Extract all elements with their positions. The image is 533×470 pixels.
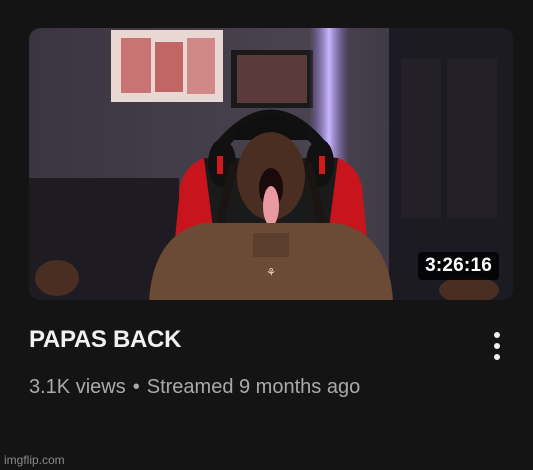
video-thumbnail[interactable]: ⚘ 3:26:16 xyxy=(29,28,513,300)
video-metadata: 3.1K views • Streamed 9 months ago xyxy=(29,376,360,399)
view-count: 3.1K views xyxy=(29,376,126,398)
video-card[interactable]: ⚘ 3:26:16 PAPAS BACK 3.1K views • Streamed… xyxy=(0,0,533,470)
duration-badge: 3:26:16 xyxy=(418,252,499,280)
stream-date: Streamed 9 months ago xyxy=(146,376,361,398)
svg-text:⚘: ⚘ xyxy=(266,266,276,279)
more-vert-icon xyxy=(494,332,500,338)
more-options-button[interactable] xyxy=(484,326,510,366)
video-title[interactable]: PAPAS BACK xyxy=(29,326,181,354)
meta-separator: • xyxy=(132,376,140,398)
watermark: imgflip.com xyxy=(4,453,65,467)
